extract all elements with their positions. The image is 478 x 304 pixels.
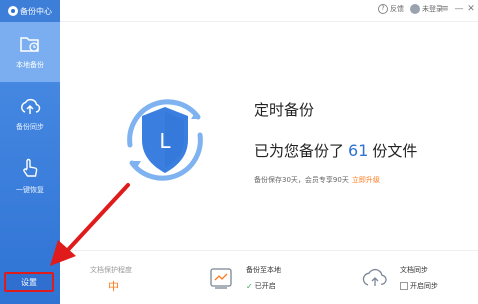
status-prefix: 已为您备份了 — [254, 142, 345, 160]
login-button[interactable]: 未登录 — [410, 4, 443, 14]
sidebar: 备份中心 本地备份 备份同步 一键恢复 设置 — [0, 0, 60, 304]
sidebar-item-one-click-restore[interactable]: 一键恢复 — [0, 146, 60, 206]
sidebar-item-label: 本地备份 — [16, 61, 44, 69]
doc-sync-toggle[interactable]: 开启同步 — [400, 281, 438, 291]
app-title-bar: 备份中心 — [0, 0, 60, 22]
settings-button[interactable]: 设置 — [4, 272, 54, 292]
sidebar-item-local-backup[interactable]: 本地备份 — [0, 22, 60, 82]
cloud-upload-icon — [19, 96, 41, 116]
sidebar-item-label: 一键恢复 — [16, 186, 44, 194]
hand-tap-icon — [19, 157, 41, 179]
backup-center-window: 备份中心 本地备份 备份同步 一键恢复 设置 ? 反馈 未登录 ≡ — ✕ L … — [0, 0, 478, 304]
avatar-icon — [410, 4, 420, 14]
feedback-label: 反馈 — [390, 5, 404, 13]
app-logo-icon — [8, 6, 18, 16]
check-icon: ✓ — [246, 281, 253, 291]
feedback-icon: ? — [378, 4, 388, 14]
local-backup-label: 备份至本地 — [246, 266, 281, 274]
backup-status: 已为您备份了 61 份文件 — [254, 140, 417, 161]
folder-clock-icon — [19, 34, 41, 54]
retention-note: 备份保存30天，会员专享90天 立即升级 — [254, 175, 380, 185]
shield-letter: L — [159, 129, 171, 153]
doc-sync-icon — [362, 269, 387, 286]
doc-sync-label: 文档同步 — [400, 266, 428, 274]
protection-level-value: 中 — [108, 280, 119, 293]
sidebar-item-backup-sync[interactable]: 备份同步 — [0, 84, 60, 144]
menu-button[interactable]: ≡ — [440, 3, 450, 15]
local-backup-status: 已开启 — [254, 282, 276, 290]
title-bar: ? 反馈 未登录 ≡ — ✕ — [60, 0, 478, 22]
sidebar-item-label: 备份同步 — [16, 123, 44, 131]
close-button[interactable]: ✕ — [466, 3, 476, 15]
local-backup-icon — [210, 268, 232, 289]
doc-sync-status: 开启同步 — [410, 282, 438, 290]
minimize-button[interactable]: — — [454, 3, 464, 15]
status-suffix: 份文件 — [372, 142, 418, 160]
checkbox-icon — [400, 282, 408, 290]
backup-count: 61 — [348, 141, 369, 160]
status-bar: 文档保护程度 中 备份至本地 ✓ 已开启 文档同步 开启同步 — [60, 250, 478, 304]
upgrade-link[interactable]: 立即升级 — [352, 176, 380, 184]
page-title: 定时备份 — [254, 101, 315, 119]
local-backup-toggle[interactable]: ✓ 已开启 — [246, 281, 276, 291]
feedback-button[interactable]: ? 反馈 — [378, 4, 404, 14]
protection-level-label: 文档保护程度 — [90, 266, 132, 274]
app-title: 备份中心 — [20, 6, 52, 16]
shield-backup-graphic: L — [127, 99, 203, 181]
retention-text: 备份保存30天，会员专享90天 — [254, 176, 349, 184]
